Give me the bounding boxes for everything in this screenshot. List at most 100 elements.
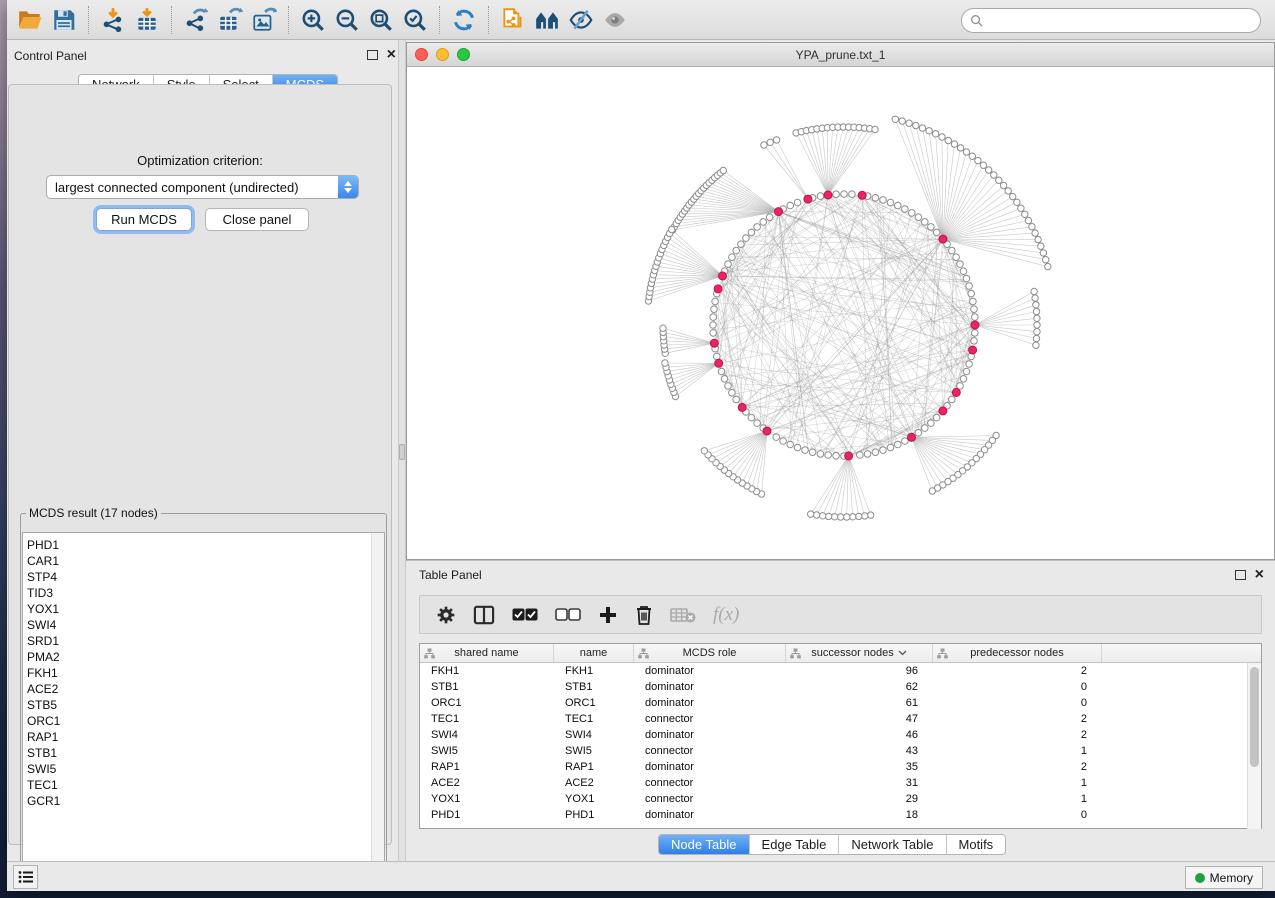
window-zoom-icon[interactable] — [457, 48, 470, 61]
float-panel-icon[interactable] — [1235, 570, 1246, 580]
export-network-icon[interactable] — [179, 4, 213, 36]
mcds-result-item[interactable]: RAP1 — [27, 729, 384, 745]
table-row[interactable]: FKH1FKH1dominator962 — [420, 663, 1261, 679]
mcds-result-item[interactable]: TEC1 — [27, 777, 384, 793]
table-row[interactable]: PHD1PHD1dominator180 — [420, 807, 1261, 823]
function-builder-icon: f(x) — [713, 604, 739, 626]
mcds-result-item[interactable]: PHD1 — [27, 537, 384, 553]
mcds-result-item[interactable]: TID3 — [27, 585, 384, 601]
close-panel-button[interactable]: Close panel — [205, 208, 309, 231]
column-header-name[interactable]: name — [554, 644, 634, 662]
zoom-selected-icon[interactable] — [398, 4, 432, 36]
zoom-out-icon[interactable] — [330, 4, 364, 36]
dropdown-stepper-icon — [338, 176, 358, 198]
mcds-result-item[interactable]: SWI4 — [27, 617, 384, 633]
table-row[interactable]: STB1STB1dominator620 — [420, 679, 1261, 695]
task-history-button[interactable] — [13, 865, 38, 889]
cell-predecessor-nodes: 1 — [933, 775, 1102, 791]
float-panel-icon[interactable] — [367, 50, 378, 60]
table-row[interactable]: ACE2ACE2connector311 — [420, 775, 1261, 791]
mcds-result-item[interactable]: SRD1 — [27, 633, 384, 649]
mcds-result-item[interactable]: STP4 — [27, 569, 384, 585]
cell-successor-nodes: 31 — [786, 775, 933, 791]
mcds-result-listbox: PHD1CAR1STP4TID3YOX1SWI4SRD1PMA2FKH1ACE2… — [22, 532, 385, 884]
mcds-result-item[interactable]: SWI5 — [27, 761, 384, 777]
network-window-titlebar[interactable]: YPA_prune.txt_1 — [407, 43, 1274, 67]
table-body: FKH1FKH1dominator962STB1STB1dominator620… — [420, 663, 1261, 823]
window-minimize-icon[interactable] — [436, 48, 449, 61]
import-table-icon[interactable] — [130, 4, 164, 36]
mcds-result-item[interactable]: FKH1 — [27, 665, 384, 681]
table-row[interactable]: SWI4SWI4dominator462 — [420, 727, 1261, 743]
cell-mcds-role: connector — [634, 791, 786, 807]
hide-selected-icon[interactable] — [564, 4, 598, 36]
mcds-list-scrollbar[interactable] — [371, 533, 384, 883]
column-header-mcds-role[interactable]: MCDS role — [634, 644, 786, 662]
export-table-icon[interactable] — [213, 4, 247, 36]
close-panel-icon[interactable]: × — [1255, 570, 1264, 580]
mcds-result-item[interactable]: ACE2 — [27, 681, 384, 697]
tab-edge-table[interactable]: Edge Table — [750, 835, 840, 854]
export-image-icon[interactable] — [247, 4, 281, 36]
memory-button[interactable]: Memory — [1185, 866, 1263, 889]
search-input[interactable] — [983, 11, 1260, 31]
column-header-filler — [1102, 644, 1261, 662]
toolbar-separator — [488, 6, 489, 34]
divider-grip[interactable] — [399, 444, 405, 460]
split-columns-icon[interactable] — [473, 605, 495, 625]
cell-shared-name: SWI4 — [420, 727, 554, 743]
column-header-predecessor-nodes[interactable]: predecessor nodes — [933, 644, 1102, 662]
status-bar: Memory — [7, 861, 1275, 891]
window-close-icon[interactable] — [415, 48, 428, 61]
import-network-icon[interactable] — [96, 4, 130, 36]
cell-name: TEC1 — [554, 711, 634, 727]
mcds-result-item[interactable]: STB5 — [27, 697, 384, 713]
first-neighbors-icon[interactable] — [530, 4, 564, 36]
app-window: Control Panel × Network Style Select MCD… — [7, 0, 1275, 891]
refresh-icon[interactable] — [447, 4, 481, 36]
cell-successor-nodes: 47 — [786, 711, 933, 727]
table-row[interactable]: TEC1TEC1connector472 — [420, 711, 1261, 727]
column-header-successor-nodes[interactable]: successor nodes — [786, 644, 933, 662]
cell-mcds-role: connector — [634, 711, 786, 727]
optimization-dropdown[interactable]: largest connected component (undirected) — [46, 175, 359, 199]
table-row[interactable]: ORC1ORC1dominator610 — [420, 695, 1261, 711]
cell-predecessor-nodes: 2 — [933, 663, 1102, 679]
table-row[interactable]: YOX1YOX1connector291 — [420, 791, 1261, 807]
panel-split-divider[interactable] — [398, 40, 406, 861]
network-graph[interactable] — [407, 67, 1274, 559]
mcds-result-item[interactable]: CAR1 — [27, 553, 384, 569]
tab-node-table[interactable]: Node Table — [659, 835, 750, 854]
open-folder-icon[interactable] — [13, 4, 47, 36]
cell-predecessor-nodes: 1 — [933, 743, 1102, 759]
toolbar-separator — [439, 6, 440, 34]
deselect-all-rows-icon[interactable] — [555, 608, 581, 621]
zoom-in-icon[interactable] — [296, 4, 330, 36]
close-panel-icon[interactable]: × — [387, 50, 396, 60]
mcds-result-item[interactable]: ORC1 — [27, 713, 384, 729]
select-all-rows-icon[interactable] — [512, 608, 538, 621]
gear-icon[interactable] — [436, 605, 456, 625]
cell-predecessor-nodes: 0 — [933, 807, 1102, 823]
zoom-fit-icon[interactable] — [364, 4, 398, 36]
mcds-result-item[interactable]: GCR1 — [27, 793, 384, 809]
clone-network-icon[interactable] — [496, 4, 530, 36]
table-row[interactable]: RAP1RAP1dominator352 — [420, 759, 1261, 775]
scrollbar-thumb[interactable] — [1250, 667, 1259, 767]
mcds-result-item[interactable]: PMA2 — [27, 649, 384, 665]
add-column-icon[interactable] — [598, 605, 618, 625]
mcds-result-item[interactable]: YOX1 — [27, 601, 384, 617]
table-row[interactable]: SWI5SWI5connector431 — [420, 743, 1261, 759]
network-canvas[interactable] — [407, 67, 1274, 559]
table-scrollbar[interactable] — [1247, 663, 1261, 829]
column-type-icon — [424, 648, 435, 662]
cell-name: PHD1 — [554, 807, 634, 823]
tab-network-table[interactable]: Network Table — [839, 835, 946, 854]
cell-mcds-role: dominator — [634, 727, 786, 743]
run-mcds-button[interactable]: Run MCDS — [96, 208, 192, 231]
save-icon[interactable] — [47, 4, 81, 36]
tab-motifs[interactable]: Motifs — [947, 835, 1006, 854]
delete-column-icon[interactable] — [635, 605, 653, 625]
column-header-shared-name[interactable]: shared name — [420, 644, 554, 662]
mcds-result-item[interactable]: STB1 — [27, 745, 384, 761]
